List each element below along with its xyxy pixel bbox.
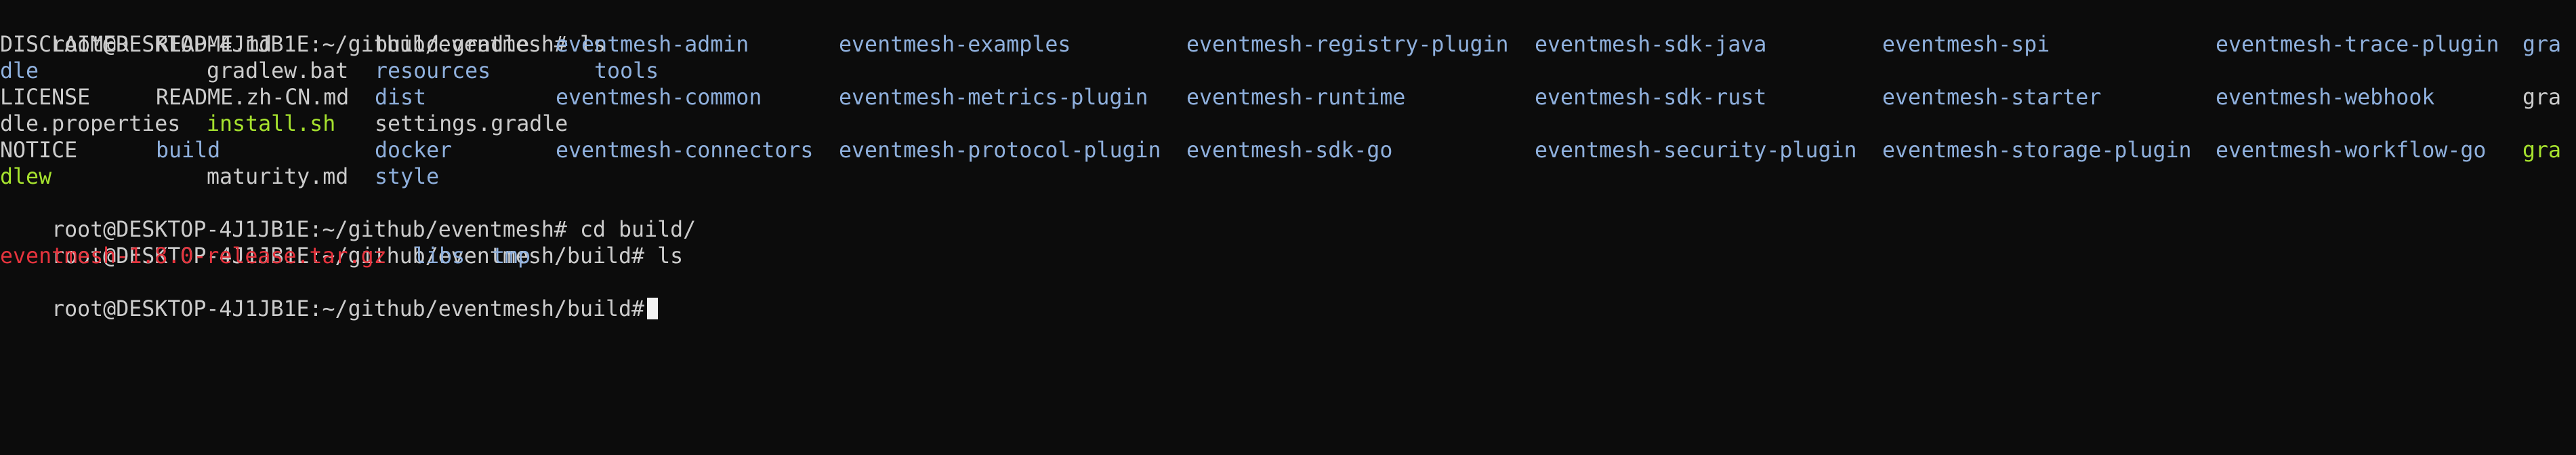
ls-entry-directory: tmp <box>492 244 531 269</box>
ls-entry-directory: eventmesh-registry-plugin <box>1186 33 1509 57</box>
ls-entry-directory: dist <box>375 85 427 110</box>
ls-entry-directory: tools <box>594 59 659 83</box>
ls-entry-directory: style <box>375 165 440 189</box>
ls-entry-directory: eventmesh-webhook <box>2216 85 2435 110</box>
text-cursor[interactable] <box>647 298 659 319</box>
ls-entry-executable: install.sh <box>207 112 336 136</box>
ls-entry-directory: libs <box>413 244 465 269</box>
ls-entry-directory: eventmesh-workflow-go <box>2216 138 2487 163</box>
ls-entry-file-wrapped: dle <box>0 59 39 83</box>
ls-entry-file: maturity.md <box>207 165 349 189</box>
ls-output-row: DISCLAIMER README.md build.gradle eventm… <box>0 32 2576 58</box>
terminal-line-prompt-ls: root@DESKTOP-4J1JB1E:~/github/eventmesh/… <box>0 217 683 269</box>
ls-output-row: dle.properties install.sh settings.gradl… <box>0 111 2576 138</box>
terminal-line-prompt-cd: root@DESKTOP-4J1JB1E:~/github/eventmesh#… <box>0 191 696 242</box>
ls-entry-file-wrapped: gra <box>2522 33 2562 57</box>
terminal-line-prompt-ls: root@DESKTOP-4J1JB1E:~/github/eventmesh#… <box>0 5 606 57</box>
ls-entry-file: DISCLAIMER <box>0 33 129 57</box>
ls-entry-directory: eventmesh-protocol-plugin <box>839 138 1161 163</box>
ls-entry-file: README.zh-CN.md <box>156 85 350 110</box>
ls-entry-directory: build <box>156 138 221 163</box>
ls-entry-directory: eventmesh-sdk-rust <box>1535 85 1767 110</box>
ls-entry-file-wrapped: gra <box>2522 85 2562 110</box>
ls-entry-file: LICENSE <box>0 85 91 110</box>
ls-entry-directory: eventmesh-storage-plugin <box>1882 138 2192 163</box>
ls-entry-directory: eventmesh-sdk-go <box>1186 138 1393 163</box>
ls-entry-file: build.gradle <box>375 33 530 57</box>
ls-entry-directory: resources <box>375 59 491 83</box>
ls-entry-file: README.md <box>156 33 272 57</box>
ls-entry-directory: eventmesh-security-plugin <box>1535 138 1857 163</box>
ls-output-row: eventmesh-1.8.0-release.tar.gz libs tmp <box>0 243 2576 270</box>
ls-output-row: LICENSE README.zh-CN.md dist eventmesh-c… <box>0 85 2576 111</box>
ls-entry-directory: eventmesh-connectors <box>556 138 814 163</box>
ls-entry-file-wrapped: dle.properties <box>0 112 181 136</box>
ls-entry-directory: eventmesh-metrics-plugin <box>839 85 1148 110</box>
ls-entry-directory: eventmesh-spi <box>1882 33 2050 57</box>
ls-entry-executable-wrapped: dlew <box>0 165 52 189</box>
shell-prompt: root@DESKTOP-4J1JB1E:~/github/eventmesh/… <box>51 297 645 321</box>
ls-entry-directory: eventmesh-common <box>556 85 762 110</box>
ls-entry-file: settings.gradle <box>375 112 568 136</box>
ls-entry-executable-wrapped: gra <box>2522 138 2562 163</box>
ls-output-row: dle gradlew.bat resources tools <box>0 58 2576 85</box>
ls-entry-directory: eventmesh-starter <box>1882 85 2102 110</box>
ls-entry-archive: eventmesh-1.8.0-release.tar.gz <box>0 244 387 269</box>
terminal-line-current-prompt[interactable]: root@DESKTOP-4J1JB1E:~/github/eventmesh/… <box>0 270 659 321</box>
ls-entry-directory: docker <box>375 138 453 163</box>
ls-entry-directory: eventmesh-runtime <box>1186 85 1406 110</box>
ls-output-row: NOTICE build docker eventmesh-connectors… <box>0 138 2576 164</box>
ls-entry-directory: eventmesh-trace-plugin <box>2216 33 2499 57</box>
ls-entry-file: gradlew.bat <box>207 59 349 83</box>
ls-output-row: dlew maturity.md style <box>0 164 2576 191</box>
ls-entry-directory: eventmesh-sdk-java <box>1535 33 1767 57</box>
ls-entry-directory: eventmesh-admin <box>556 33 749 57</box>
terminal-window[interactable]: root@DESKTOP-4J1JB1E:~/github/eventmesh#… <box>0 0 2576 321</box>
ls-entry-directory: eventmesh-examples <box>839 33 1071 57</box>
ls-entry-file: NOTICE <box>0 138 78 163</box>
